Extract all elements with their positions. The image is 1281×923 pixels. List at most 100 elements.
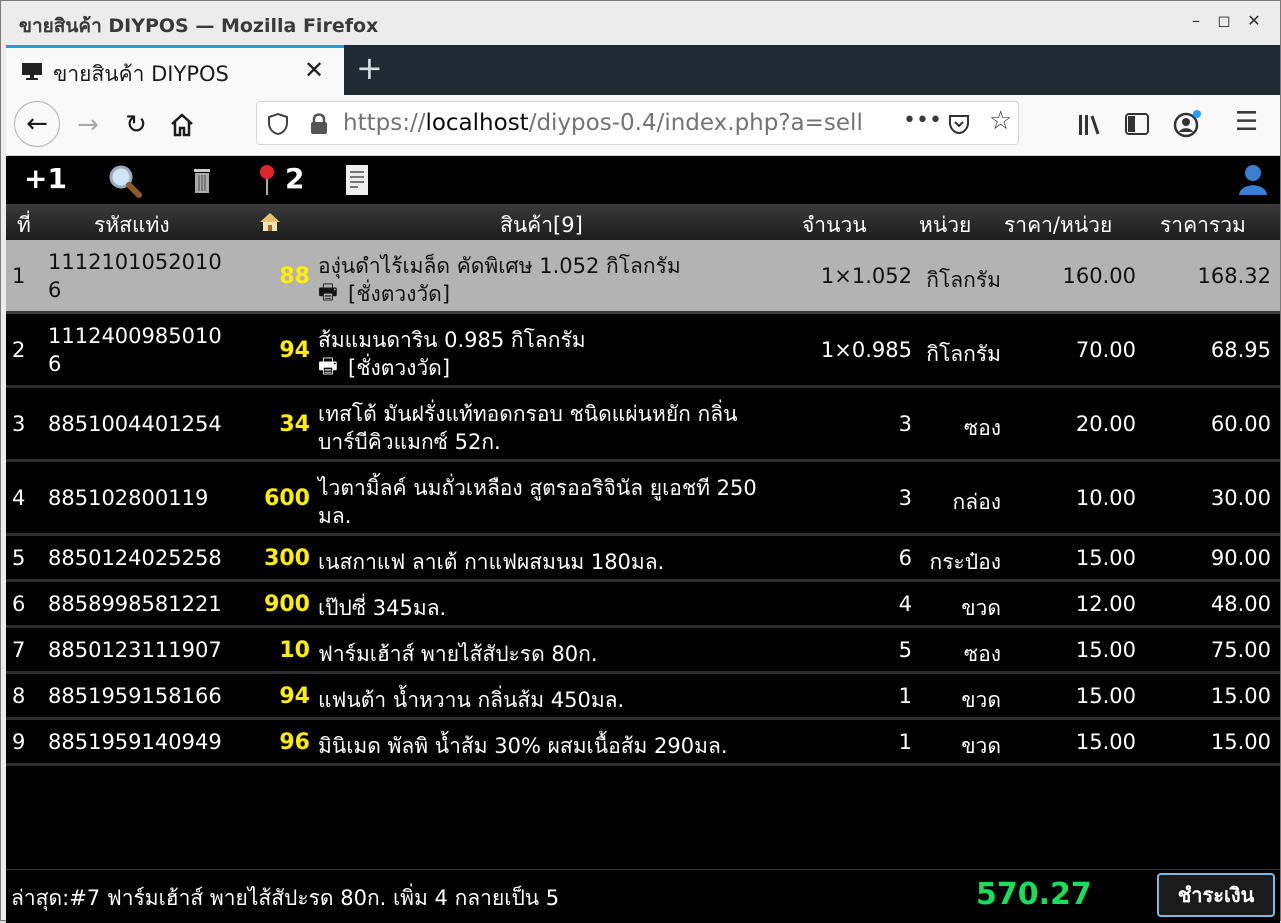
tab-diypos[interactable]: ขายสินค้า DIYPOS ✕ xyxy=(6,45,344,95)
printer-icon[interactable]: 🖶 xyxy=(318,278,338,313)
row-qty[interactable]: 1×0.985 xyxy=(776,338,912,362)
row-no: 5 xyxy=(12,546,26,570)
row-barcode: 8851004401254 xyxy=(48,412,222,436)
row-unit: ขวด xyxy=(961,688,1001,712)
row-price: 15.00 xyxy=(1075,684,1136,708)
row-price: 15.00 xyxy=(1075,638,1136,662)
row-barcode: 8851959158166 xyxy=(48,684,222,708)
header-product[interactable]: สินค้า[9] xyxy=(500,209,583,242)
reload-button[interactable]: ↻ xyxy=(116,105,156,145)
row-total: 68.95 xyxy=(1210,338,1271,362)
pin-count[interactable]: 2 xyxy=(285,162,304,195)
minimize-icon[interactable]: – xyxy=(1184,11,1208,30)
row-stock: 34 xyxy=(279,412,310,437)
table-row[interactable]: 1 1112101052010 6 88 องุ่นดำไร้เมล็ด คัด… xyxy=(6,240,1280,314)
library-icon[interactable] xyxy=(1077,113,1103,137)
row-price: 15.00 xyxy=(1075,730,1136,754)
receipt-icon[interactable] xyxy=(344,164,370,196)
header-barcode[interactable]: รหัสแท่ง xyxy=(94,209,170,242)
row-unit: กิโลกรัม xyxy=(926,268,1001,292)
row-barcode: 885102800119 xyxy=(48,486,209,510)
house-icon[interactable] xyxy=(259,212,281,232)
page-actions-icon[interactable]: ••• xyxy=(903,108,942,133)
user-icon[interactable] xyxy=(1236,162,1270,196)
row-qty[interactable]: 1 xyxy=(776,730,912,754)
row-barcode: 8858998581221 xyxy=(48,592,222,616)
menu-icon[interactable]: ☰ xyxy=(1235,107,1258,137)
header-price[interactable]: ราคา/หน่วย xyxy=(1004,209,1112,242)
row-qty[interactable]: 1×1.052 xyxy=(776,264,912,288)
url-text[interactable]: https://localhost/diypos-0.4/index.php?a… xyxy=(343,110,863,136)
row-barcode: 8851959140949 xyxy=(48,730,222,754)
row-qty[interactable]: 1 xyxy=(776,684,912,708)
row-no: 4 xyxy=(12,486,26,510)
close-window-icon[interactable]: ✕ xyxy=(1242,11,1266,30)
pocket-icon[interactable] xyxy=(947,112,971,136)
grand-total: 570.27 xyxy=(976,877,1092,912)
table-row[interactable]: 6 8858998581221 900 เป๊ปซี่ 345มล. 4 ขวด… xyxy=(6,582,1280,628)
table-row[interactable]: 5 8850124025258 300 เนสกาแฟ ลาเต้ กาแฟผส… xyxy=(6,536,1280,582)
row-stock: 10 xyxy=(279,638,310,663)
browser-window: ขายสินค้า DIYPOS — Mozilla Firefox – ◻ ✕… xyxy=(0,0,1281,923)
row-unit: ซอง xyxy=(963,416,1001,440)
row-qty[interactable]: 3 xyxy=(776,486,912,510)
pay-button[interactable]: ชำระเงิน xyxy=(1157,873,1275,917)
lock-icon[interactable] xyxy=(309,112,329,136)
sidebar-icon[interactable] xyxy=(1125,113,1149,135)
new-tab-icon[interactable]: + xyxy=(356,49,383,87)
table-row[interactable]: 4 885102800119 600 ไวตามิ้ลค์ นมถั่วเหลื… xyxy=(6,462,1280,536)
row-total: 90.00 xyxy=(1210,546,1271,570)
home-button[interactable] xyxy=(162,105,202,145)
search-icon[interactable] xyxy=(108,164,142,198)
forward-button[interactable]: → xyxy=(68,105,108,145)
header-qty[interactable]: จำนวน xyxy=(802,209,867,242)
row-unit: ขวด xyxy=(961,734,1001,758)
table-row[interactable]: 7 8850123111907 10 ฟาร์มเฮ้าส์ พายไส้สัป… xyxy=(6,628,1280,674)
row-stock: 94 xyxy=(279,338,310,363)
row-qty[interactable]: 3 xyxy=(776,412,912,436)
pos-app: +1 2 ที่ รหัสแท่ง สินค้า[9] จำนวน หน่วย … xyxy=(6,156,1280,923)
row-no: 9 xyxy=(12,730,26,754)
account-icon[interactable] xyxy=(1172,109,1202,139)
row-qty[interactable]: 5 xyxy=(776,638,912,662)
row-barcode: 1112400985010 xyxy=(48,324,222,348)
table-row[interactable]: 3 8851004401254 34 เทสโต้ มันฝรั่งแท้ทอด… xyxy=(6,388,1280,462)
row-unit: กล่อง xyxy=(952,490,1001,514)
row-product-name: ไวตามิ้ลค์ นมถั่วเหลือง สูตรออริจินัล ยู… xyxy=(318,476,757,500)
pin-icon[interactable] xyxy=(258,164,276,196)
row-qty[interactable]: 4 xyxy=(776,592,912,616)
row-total: 48.00 xyxy=(1210,592,1271,616)
row-stock: 900 xyxy=(264,592,310,617)
title-bar[interactable]: ขายสินค้า DIYPOS — Mozilla Firefox – ◻ ✕ xyxy=(1,1,1280,45)
row-no: 1 xyxy=(12,264,26,288)
header-unit[interactable]: หน่วย xyxy=(919,209,971,242)
row-barcode: 8850124025258 xyxy=(48,546,222,570)
table-row[interactable]: 2 1112400985010 6 94 ส้มแมนดาริน 0.985 ก… xyxy=(6,314,1280,388)
trash-icon[interactable] xyxy=(192,166,212,194)
shield-icon[interactable] xyxy=(267,112,289,136)
bookmark-star-icon[interactable]: ☆ xyxy=(989,106,1012,136)
row-price: 12.00 xyxy=(1075,592,1136,616)
row-qty[interactable]: 6 xyxy=(776,546,912,570)
row-price: 160.00 xyxy=(1062,264,1136,288)
plus-one-button[interactable]: +1 xyxy=(24,162,67,195)
table-row[interactable]: 8 8851959158166 94 แฟนต้า น้ำหวาน กลิ่นส… xyxy=(6,674,1280,720)
row-stock: 96 xyxy=(279,730,310,755)
row-product-name: แฟนต้า น้ำหวาน กลิ่นส้ม 450มล. xyxy=(318,688,625,712)
printer-icon[interactable]: 🖶 xyxy=(318,352,338,387)
row-product-name: ฟาร์มเฮ้าส์ พายไส้สัปะรด 80ก. xyxy=(318,642,598,666)
header-no[interactable]: ที่ xyxy=(17,209,31,242)
nav-bar: ← → ↻ https://localhost/diypos-0.4/index… xyxy=(6,95,1280,156)
header-total[interactable]: ราคารวม xyxy=(1160,209,1246,242)
close-tab-icon[interactable]: ✕ xyxy=(304,56,324,84)
url-bar[interactable]: https://localhost/diypos-0.4/index.php?a… xyxy=(256,101,1019,145)
maximize-icon[interactable]: ◻ xyxy=(1212,11,1236,30)
row-no: 3 xyxy=(12,412,26,436)
row-stock: 88 xyxy=(279,264,310,289)
back-button[interactable]: ← xyxy=(14,101,60,147)
row-weigh-tag: [ชั่งตวงวัด] xyxy=(348,356,451,380)
table-row[interactable]: 9 8851959140949 96 มินิเมด พัลพิ น้ำส้ม … xyxy=(6,720,1280,766)
row-total: 60.00 xyxy=(1210,412,1271,436)
row-total: 30.00 xyxy=(1210,486,1271,510)
row-barcode: 1112101052010 xyxy=(48,250,222,274)
